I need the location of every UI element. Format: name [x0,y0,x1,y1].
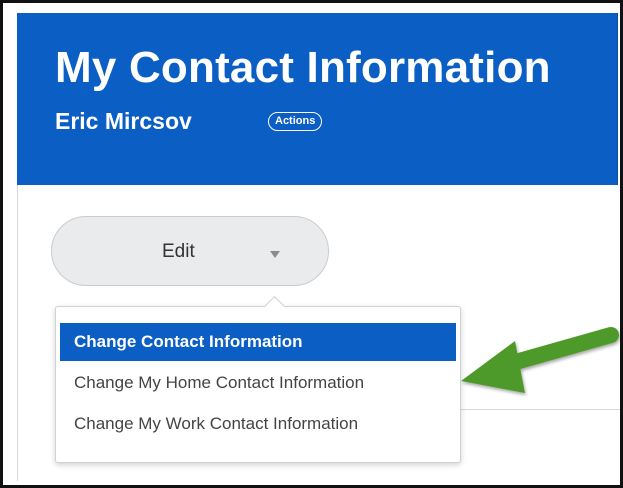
actions-button[interactable]: Actions [268,112,323,131]
chevron-down-icon [270,251,280,258]
screenshot-frame: My Contact Information Eric Mircsov Acti… [0,0,623,488]
edit-button-label: Edit [162,241,195,262]
section-divider [461,409,620,410]
edit-button[interactable]: Edit [51,216,329,286]
pointer-arrow-icon [461,327,619,393]
menu-item-change-home-contact-information[interactable]: Change My Home Contact Information [60,364,456,402]
menu-item-change-work-contact-information[interactable]: Change My Work Contact Information [60,405,456,443]
menu-item-change-contact-information[interactable]: Change Contact Information [60,323,456,361]
page-header: My Contact Information Eric Mircsov Acti… [17,13,618,185]
edit-dropdown-menu: Change Contact Information Change My Hom… [55,306,461,463]
page-title: My Contact Information [55,43,551,92]
worker-name-link[interactable]: Eric Mircsov [55,108,192,135]
